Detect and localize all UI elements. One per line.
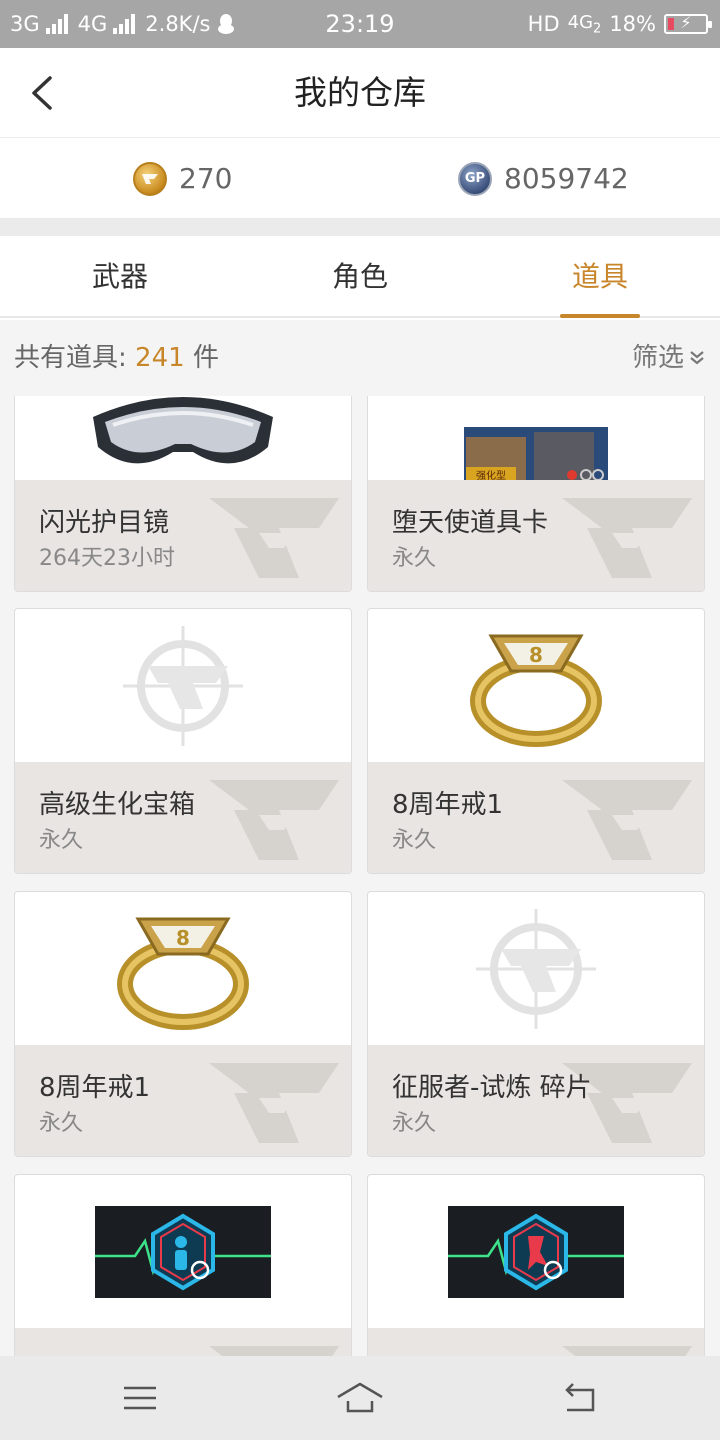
item-info: 闪光护目镜 264天23小时 <box>15 480 351 591</box>
hd-indicator: HD <box>527 12 560 36</box>
menu-icon <box>124 1386 156 1410</box>
heartbeat-card-image <box>368 1175 704 1328</box>
tab-items[interactable]: 道具 <box>480 236 720 318</box>
item-name: 8周年戒1 <box>39 1073 151 1103</box>
home-button[interactable] <box>300 1356 420 1440</box>
item-count-label: 共有道具: 241 件 <box>14 343 219 373</box>
cf-points: 270 <box>133 139 232 218</box>
item-card[interactable]: 8 8周年戒1 永久 <box>14 891 352 1157</box>
item-name: 高级生化宝箱 <box>39 790 196 820</box>
clock: 23:19 <box>325 10 395 38</box>
currency-row: 270 GP 8059742 <box>0 139 720 218</box>
item-card[interactable]: 闪光护目镜 264天23小时 <box>14 396 352 592</box>
item-card[interactable]: 征服者-试炼 碎片 永久 <box>367 891 705 1157</box>
item-info: 高级生化宝箱 永久 <box>15 762 351 873</box>
page-title: 我的仓库 <box>294 73 426 112</box>
gp-amount: 8059742 <box>504 162 629 195</box>
filter-button[interactable]: 筛选 <box>632 320 706 396</box>
ring-image: 8 <box>15 892 351 1045</box>
item-grid: 闪光护目镜 264天23小时 强化型 堕天使道具卡 永久 高级生化宝箱 永久 8… <box>0 396 720 1356</box>
ring-image: 8 <box>368 609 704 762</box>
category-tabs: 武器 角色 道具 <box>0 236 720 318</box>
item-duration: 永久 <box>39 828 84 853</box>
tab-weapons[interactable]: 武器 <box>0 236 240 316</box>
gp-coin-icon: GP <box>458 161 492 196</box>
svg-text:8: 8 <box>529 643 543 667</box>
item-duration: 永久 <box>392 828 437 853</box>
item-card[interactable]: 强化型 堕天使道具卡 永久 <box>367 396 705 592</box>
cf-placeholder-image <box>368 892 704 1045</box>
item-duration: 永久 <box>39 1111 84 1136</box>
status-bar: 3G 4G 2.8K/s 23:19 HD 4G2 18% ⚡ <box>0 0 720 48</box>
goggles-image <box>15 396 351 480</box>
item-name: 堕天使道具卡 <box>392 508 549 538</box>
cf-watermark-icon <box>562 1346 692 1356</box>
battery-icon: ⚡ <box>664 13 712 34</box>
item-name: 征服者-试炼 碎片 <box>392 1073 592 1103</box>
battery-percent: 18% <box>609 12 656 36</box>
item-card[interactable]: 高级生化宝箱 永久 <box>14 608 352 874</box>
item-card[interactable] <box>367 1174 705 1356</box>
item-count-bar: 共有道具: 241 件 筛选 <box>0 320 720 396</box>
cf-coin-icon <box>133 161 167 196</box>
cf-watermark-icon <box>209 1063 339 1143</box>
item-count: 241 <box>135 343 185 373</box>
item-duration: 永久 <box>392 546 437 571</box>
item-name: 闪光护目镜 <box>39 508 170 538</box>
cf-watermark-icon <box>209 1346 339 1356</box>
cf-watermark-icon <box>209 498 339 578</box>
item-info: 征服者-试炼 碎片 永久 <box>368 1045 704 1156</box>
item-info <box>368 1328 704 1356</box>
tab-characters[interactable]: 角色 <box>240 236 480 316</box>
item-duration: 永久 <box>392 1111 437 1136</box>
item-info: 堕天使道具卡 永久 <box>368 480 704 591</box>
cf-watermark-icon <box>209 780 339 860</box>
double-chevron-down-icon <box>690 351 704 365</box>
item-card[interactable] <box>14 1174 352 1356</box>
menu-button[interactable] <box>80 1356 200 1440</box>
item-card-image: 强化型 <box>368 396 704 487</box>
item-info: 8周年戒1 永久 <box>15 1045 351 1156</box>
return-icon <box>565 1383 595 1412</box>
back-button[interactable] <box>520 1356 640 1440</box>
item-info: 8周年戒1 永久 <box>368 762 704 873</box>
cf-placeholder-image <box>15 609 351 762</box>
item-name: 8周年戒1 <box>392 790 504 820</box>
item-duration: 264天23小时 <box>39 546 175 571</box>
system-nav-bar <box>0 1356 720 1440</box>
cf-watermark-icon <box>562 780 692 860</box>
gp-points: GP 8059742 <box>458 139 629 218</box>
svg-text:8: 8 <box>176 926 190 950</box>
cf-watermark-icon <box>562 498 692 578</box>
cf-amount: 270 <box>179 162 233 195</box>
network-type-3: 4G2 <box>567 11 602 37</box>
item-card[interactable]: 8 8周年戒1 永久 <box>367 608 705 874</box>
section-divider <box>0 218 720 236</box>
item-info <box>15 1328 351 1356</box>
heartbeat-card-image <box>15 1175 351 1328</box>
app-header: 我的仓库 <box>0 48 720 138</box>
home-icon <box>337 1382 383 1413</box>
